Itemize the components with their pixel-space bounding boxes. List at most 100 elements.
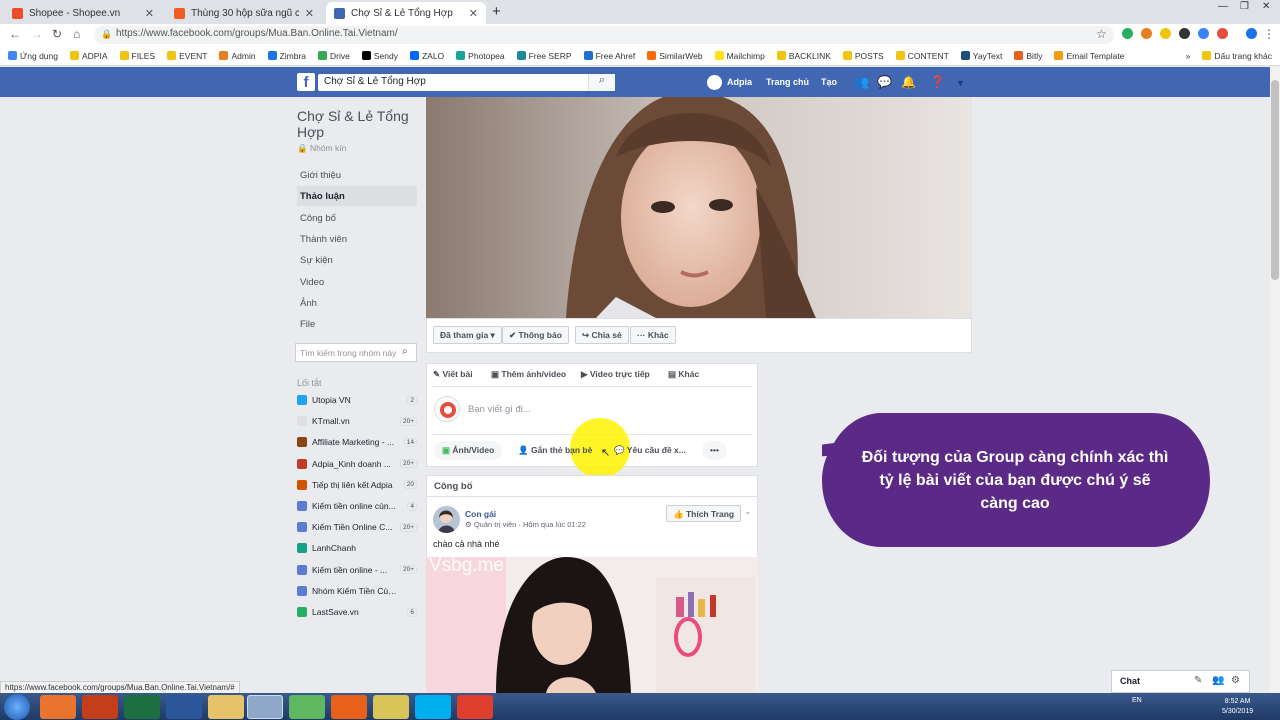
photo-video-button[interactable]: ▣ Ảnh/Video	[434, 441, 503, 460]
home-icon[interactable]: ⌂	[73, 27, 80, 41]
chat-bar[interactable]: Chat	[1111, 670, 1250, 693]
add-photo-tab[interactable]: ▣ Thêm ảnh/video	[491, 369, 566, 380]
file-explorer-icon[interactable]	[208, 695, 244, 719]
user-avatar[interactable]	[707, 75, 722, 90]
facebook-search-input[interactable]: Chợ Sỉ & Lẻ Tổng Hợp	[318, 74, 615, 91]
star-icon[interactable]: ☆	[1096, 27, 1107, 41]
shortcut-item[interactable]: Utopia VN 2	[297, 391, 417, 409]
bookmark-item[interactable]: Mailchimp	[714, 51, 765, 61]
help-icon[interactable]: ❓	[930, 75, 945, 89]
tab-facebook-group[interactable]: Chợ Sỉ & Lẻ Tổng Hợp ✕	[326, 2, 486, 24]
bookmark-item[interactable]: FILES	[119, 51, 155, 61]
sidebar-link-4[interactable]: Sự kiện	[297, 250, 417, 270]
notifications-icon[interactable]: 🔔	[901, 75, 916, 89]
sidebar-link-5[interactable]: Video	[297, 272, 417, 292]
bookmarks-overflow-button[interactable]: »	[1186, 51, 1191, 61]
forward-icon[interactable]: →	[31, 27, 43, 41]
extension-icon[interactable]	[1198, 28, 1209, 39]
bookmark-item[interactable]: ADPIA	[69, 51, 108, 61]
more-button[interactable]: ··· Khác	[630, 326, 676, 344]
joined-button[interactable]: Đã tham gia ▾	[433, 326, 502, 344]
windows-start-icon[interactable]	[4, 694, 30, 720]
bookmark-item[interactable]: Bitly	[1014, 51, 1042, 61]
url-input[interactable]: https://www.facebook.com/groups/Mua.Ban.…	[94, 26, 1114, 44]
bookmark-item[interactable]: EVENT	[167, 51, 207, 61]
post-time[interactable]: Hôm qua lúc 01:22	[523, 520, 586, 529]
powerpoint-icon[interactable]	[82, 695, 118, 719]
close-tab-icon[interactable]: ✕	[145, 7, 154, 20]
live-video-tab[interactable]: ▶ Video trực tiếp	[581, 369, 650, 380]
chrome-icon[interactable]	[247, 695, 283, 719]
shortcut-item[interactable]: Kiếm Tiền Online C... 20+	[297, 518, 417, 536]
extension-icon[interactable]	[1141, 28, 1152, 39]
post-author-avatar[interactable]	[433, 506, 460, 533]
extension-icon[interactable]	[1179, 28, 1190, 39]
sidebar-link-1[interactable]: Thảo luận	[297, 186, 417, 207]
request-suggestion-button[interactable]: 💬 Yêu cầu đề x...	[606, 441, 694, 460]
clock[interactable]: 8:52 AM 5/30/2019	[1222, 697, 1253, 717]
shortcut-item[interactable]: Affiliate Marketing - ... 14	[297, 433, 417, 451]
account-menu-chevron-icon[interactable]: ▼	[956, 78, 965, 88]
sidebar-link-6[interactable]: Ảnh	[297, 293, 417, 313]
write-post-tab[interactable]: ✎ Viết bài	[433, 369, 473, 380]
skype-icon[interactable]	[415, 695, 451, 719]
folder-icon[interactable]	[373, 695, 409, 719]
close-tab-icon[interactable]: ✕	[469, 7, 478, 20]
tag-friends-button[interactable]: 👤 Gắn thẻ bạn bè	[510, 441, 600, 460]
system-tray[interactable]: EN	[1132, 697, 1142, 704]
firefox-icon[interactable]	[331, 695, 367, 719]
share-button[interactable]: ↪ Chia sẻ	[575, 326, 629, 344]
minimize-icon[interactable]: —	[1218, 1, 1228, 12]
chevron-down-icon[interactable]: ⌄	[744, 506, 752, 517]
bookmark-item[interactable]: CONTENT	[895, 51, 949, 61]
other-bookmarks-folder[interactable]: Dấu trang khác	[1202, 51, 1272, 61]
bookmark-item[interactable]: Zimbra	[267, 51, 306, 61]
facebook-logo-icon[interactable]: f	[297, 73, 315, 91]
like-page-button[interactable]: 👍 Thích Trang	[666, 505, 742, 522]
post-author[interactable]: Con gái	[465, 509, 496, 519]
create-link[interactable]: Tạo	[821, 77, 837, 87]
post-image[interactable]	[426, 557, 758, 693]
settings-gear-icon[interactable]: ⚙	[1231, 675, 1240, 686]
back-icon[interactable]: ←	[9, 27, 21, 41]
profile-link[interactable]: Adpia	[727, 77, 752, 87]
extension-icon[interactable]	[1217, 28, 1228, 39]
shortcut-item[interactable]: KTmall.vn 20+	[297, 412, 417, 430]
maximize-icon[interactable]: ❐	[1240, 1, 1249, 12]
composer-input[interactable]: Bạn viết gì đi...	[468, 404, 531, 415]
sidebar-link-3[interactable]: Thành viên	[297, 229, 417, 249]
bookmark-item[interactable]: Email Template	[1054, 51, 1124, 61]
bookmark-item[interactable]: ZALO	[409, 51, 444, 61]
bookmark-item[interactable]: Ứng dụng	[8, 51, 58, 61]
coccoc-icon[interactable]	[289, 695, 325, 719]
search-icon[interactable]: ⌕	[588, 74, 615, 91]
bookmark-item[interactable]: YayText	[960, 51, 1002, 61]
bookmark-item[interactable]: POSTS	[842, 51, 884, 61]
shortcut-item[interactable]: Kiếm tiền online cùn... 4	[297, 497, 417, 515]
bookmark-item[interactable]: Admin	[219, 51, 256, 61]
tab-nestle[interactable]: Thùng 30 hộp sữa ngũ cốc Nestle✕	[166, 2, 322, 24]
reload-icon[interactable]: ↻	[52, 27, 62, 41]
group-chat-icon[interactable]: 👥	[1212, 675, 1224, 686]
new-message-icon[interactable]: ✎	[1194, 675, 1202, 686]
close-tab-icon[interactable]: ✕	[305, 7, 314, 20]
close-window-icon[interactable]: ✕	[1262, 1, 1270, 12]
camtasia-icon[interactable]	[457, 695, 493, 719]
group-name[interactable]: Chợ Sỉ & Lẻ Tổng Hợp	[297, 108, 417, 140]
word-icon[interactable]	[166, 695, 202, 719]
search-icon[interactable]: ⌕	[402, 346, 408, 357]
more-tab[interactable]: ▤ Khác	[668, 369, 699, 380]
notifications-button[interactable]: ✔ Thông báo	[502, 326, 569, 344]
sidebar-link-7[interactable]: File	[297, 314, 417, 334]
sidebar-link-2[interactable]: Công bố	[297, 208, 417, 228]
bookmark-item[interactable]: SimilarWeb	[647, 51, 703, 61]
media-player-icon[interactable]	[40, 695, 76, 719]
menu-icon[interactable]: ⋮	[1263, 27, 1275, 41]
extension-icon[interactable]	[1160, 28, 1171, 39]
messenger-icon[interactable]: 💬	[877, 75, 892, 89]
scrollbar-thumb[interactable]	[1271, 80, 1279, 280]
bookmark-item[interactable]: Free Ahref	[583, 51, 635, 61]
shortcut-item[interactable]: Nhóm Kiếm Tiền Cùng ...	[297, 582, 417, 600]
home-link[interactable]: Trang chủ	[766, 77, 809, 87]
extension-icon[interactable]	[1122, 28, 1133, 39]
